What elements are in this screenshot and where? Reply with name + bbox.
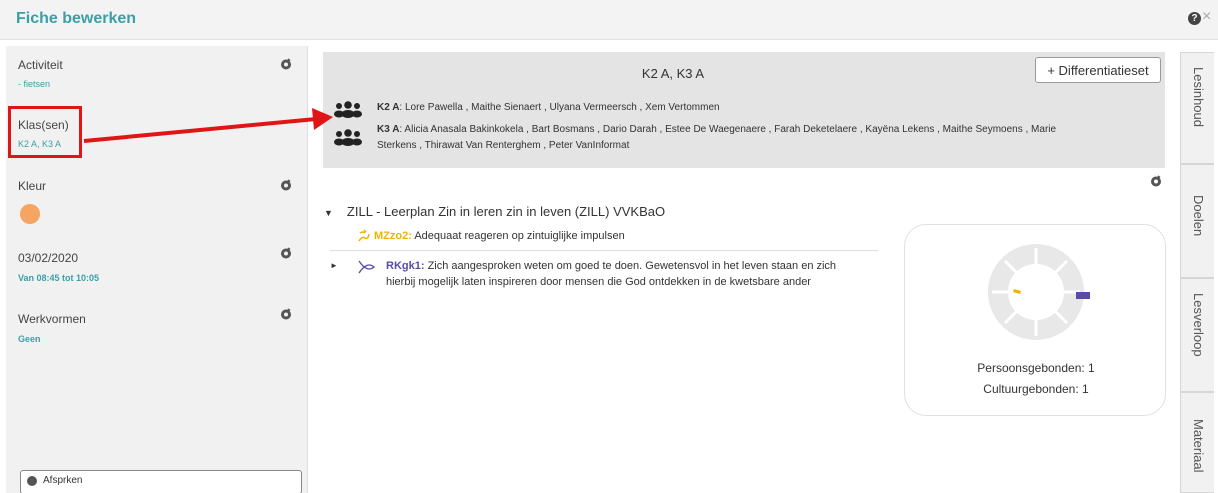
goal-text: Adequaat reageren op zintuiglijke impuls…	[411, 230, 625, 242]
collapse-caret-icon[interactable]: ▼	[324, 208, 333, 218]
goal-code: RKgk1:	[386, 260, 425, 272]
curriculum-title[interactable]: ▼ ZILL - Leerplan Zin in leren zin in lev…	[324, 204, 665, 219]
tab-label: Lesinhoud	[1191, 67, 1206, 127]
goal-item: ► RKgk1: Zich aangesproken weten om goed…	[330, 258, 890, 292]
tab-label: Doelen	[1191, 195, 1206, 237]
tab-materiaal[interactable]: Materiaal	[1180, 392, 1214, 493]
curriculum-name: ZILL - Leerplan Zin in leren zin in leve…	[346, 204, 666, 219]
goal-code: MZzo2:	[374, 230, 412, 242]
goals-ring-chart	[988, 244, 1090, 340]
tab-label: Materiaal	[1191, 419, 1206, 473]
edit-goals-icon[interactable]	[1150, 175, 1162, 187]
fish-icon	[358, 260, 375, 274]
divider	[330, 250, 878, 251]
side-tabs: Lesinhoud Doelen Lesverloop Materiaal	[1180, 52, 1218, 493]
tab-lesverloop[interactable]: Lesverloop	[1180, 278, 1214, 392]
goals-stats-card: Persoonsgebonden: 1 Cultuurgebonden: 1	[904, 224, 1166, 416]
stat-persoonsgebonden: Persoonsgebonden: 1	[977, 361, 1095, 375]
senses-icon	[358, 229, 370, 242]
expand-caret-icon[interactable]: ►	[330, 258, 338, 274]
tab-label: Lesverloop	[1191, 293, 1206, 357]
tab-doelen[interactable]: Doelen	[1180, 164, 1214, 278]
goal-item: MZzo2: Adequaat reageren op zintuiglijke…	[356, 228, 886, 246]
tab-lesinhoud[interactable]: Lesinhoud	[1180, 52, 1214, 164]
stat-cultuurgebonden: Cultuurgebonden: 1	[983, 382, 1089, 396]
goal-text-cont: hierbij mogelijk laten inspireren door m…	[386, 276, 811, 288]
goal-text: Zich aangesproken weten om goed te doen.…	[424, 260, 837, 272]
